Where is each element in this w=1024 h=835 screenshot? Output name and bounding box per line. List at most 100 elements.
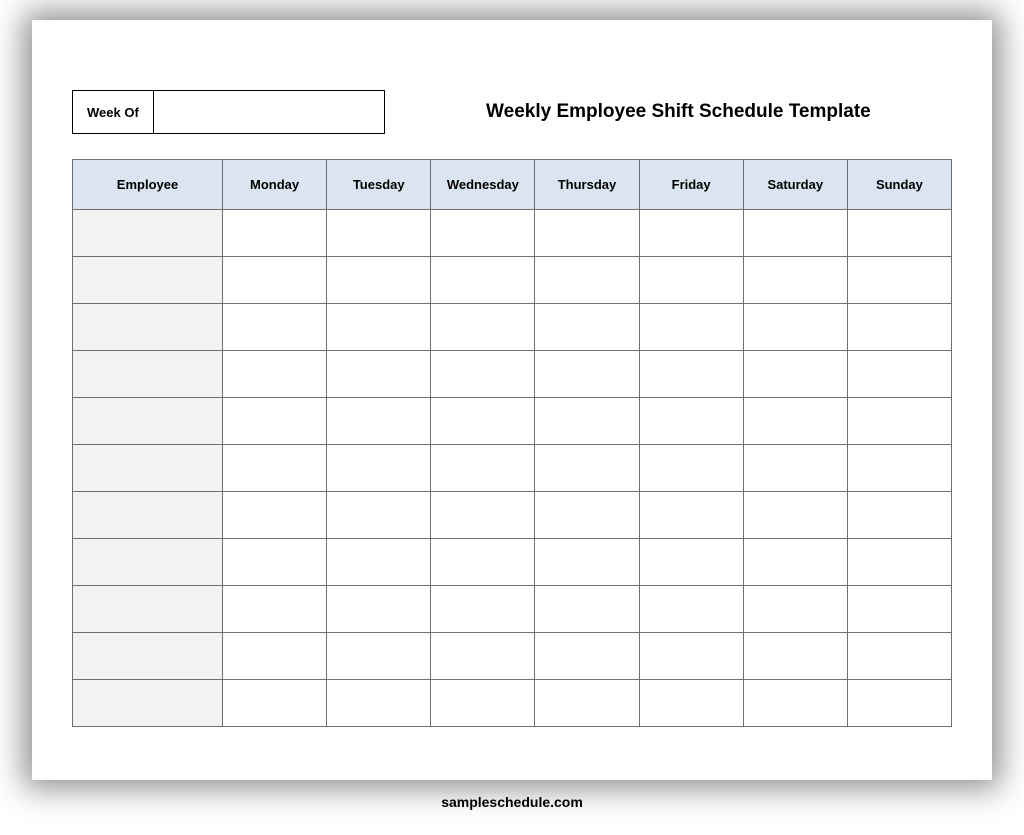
cell-thursday xyxy=(535,539,639,586)
footer-text: sampleschedule.com xyxy=(441,794,583,810)
cell-saturday xyxy=(743,398,847,445)
cell-sunday xyxy=(847,680,951,727)
cell-tuesday xyxy=(327,210,431,257)
cell-friday xyxy=(639,633,743,680)
col-saturday: Saturday xyxy=(743,160,847,210)
cell-monday xyxy=(223,680,327,727)
col-wednesday: Wednesday xyxy=(431,160,535,210)
cell-tuesday xyxy=(327,304,431,351)
cell-sunday xyxy=(847,492,951,539)
table-row xyxy=(73,680,952,727)
cell-wednesday xyxy=(431,492,535,539)
cell-tuesday xyxy=(327,680,431,727)
col-thursday: Thursday xyxy=(535,160,639,210)
cell-thursday xyxy=(535,304,639,351)
cell-saturday xyxy=(743,445,847,492)
cell-friday xyxy=(639,257,743,304)
cell-monday xyxy=(223,539,327,586)
cell-sunday xyxy=(847,304,951,351)
table-row xyxy=(73,210,952,257)
week-of-box: Week Of xyxy=(72,90,385,134)
header-row: Week Of Weekly Employee Shift Schedule T… xyxy=(72,90,952,134)
cell-wednesday xyxy=(431,398,535,445)
cell-wednesday xyxy=(431,680,535,727)
table-row xyxy=(73,633,952,680)
cell-friday xyxy=(639,304,743,351)
table-row xyxy=(73,257,952,304)
cell-monday xyxy=(223,586,327,633)
cell-tuesday xyxy=(327,257,431,304)
cell-employee xyxy=(73,492,223,539)
cell-wednesday xyxy=(431,633,535,680)
cell-friday xyxy=(639,586,743,633)
cell-monday xyxy=(223,351,327,398)
cell-wednesday xyxy=(431,586,535,633)
cell-employee xyxy=(73,257,223,304)
cell-employee xyxy=(73,445,223,492)
cell-wednesday xyxy=(431,445,535,492)
cell-thursday xyxy=(535,351,639,398)
table-row xyxy=(73,398,952,445)
cell-monday xyxy=(223,492,327,539)
week-of-label: Week Of xyxy=(73,91,154,133)
cell-tuesday xyxy=(327,586,431,633)
table-header-row: Employee Monday Tuesday Wednesday Thursd… xyxy=(73,160,952,210)
cell-employee xyxy=(73,210,223,257)
cell-thursday xyxy=(535,586,639,633)
table-row xyxy=(73,539,952,586)
col-employee: Employee xyxy=(73,160,223,210)
cell-employee xyxy=(73,398,223,445)
week-of-value xyxy=(154,91,384,133)
col-friday: Friday xyxy=(639,160,743,210)
cell-sunday xyxy=(847,633,951,680)
cell-friday xyxy=(639,539,743,586)
cell-friday xyxy=(639,445,743,492)
cell-saturday xyxy=(743,351,847,398)
page-title: Weekly Employee Shift Schedule Template xyxy=(385,101,952,123)
cell-tuesday xyxy=(327,445,431,492)
cell-sunday xyxy=(847,539,951,586)
cell-thursday xyxy=(535,492,639,539)
cell-employee xyxy=(73,633,223,680)
cell-tuesday xyxy=(327,492,431,539)
cell-employee xyxy=(73,351,223,398)
cell-tuesday xyxy=(327,398,431,445)
cell-employee xyxy=(73,586,223,633)
cell-sunday xyxy=(847,398,951,445)
cell-saturday xyxy=(743,210,847,257)
col-tuesday: Tuesday xyxy=(327,160,431,210)
cell-saturday xyxy=(743,680,847,727)
cell-friday xyxy=(639,492,743,539)
cell-employee xyxy=(73,680,223,727)
cell-monday xyxy=(223,257,327,304)
cell-wednesday xyxy=(431,304,535,351)
cell-tuesday xyxy=(327,633,431,680)
cell-thursday xyxy=(535,210,639,257)
cell-monday xyxy=(223,633,327,680)
table-row xyxy=(73,492,952,539)
cell-monday xyxy=(223,210,327,257)
cell-friday xyxy=(639,210,743,257)
cell-sunday xyxy=(847,210,951,257)
cell-monday xyxy=(223,398,327,445)
cell-monday xyxy=(223,304,327,351)
cell-sunday xyxy=(847,257,951,304)
cell-employee xyxy=(73,304,223,351)
cell-friday xyxy=(639,680,743,727)
cell-saturday xyxy=(743,304,847,351)
cell-sunday xyxy=(847,445,951,492)
cell-friday xyxy=(639,398,743,445)
cell-saturday xyxy=(743,257,847,304)
cell-tuesday xyxy=(327,539,431,586)
cell-wednesday xyxy=(431,257,535,304)
cell-thursday xyxy=(535,633,639,680)
cell-thursday xyxy=(535,257,639,304)
col-monday: Monday xyxy=(223,160,327,210)
cell-sunday xyxy=(847,351,951,398)
cell-employee xyxy=(73,539,223,586)
cell-saturday xyxy=(743,586,847,633)
cell-sunday xyxy=(847,586,951,633)
cell-wednesday xyxy=(431,351,535,398)
cell-thursday xyxy=(535,680,639,727)
table-row xyxy=(73,304,952,351)
